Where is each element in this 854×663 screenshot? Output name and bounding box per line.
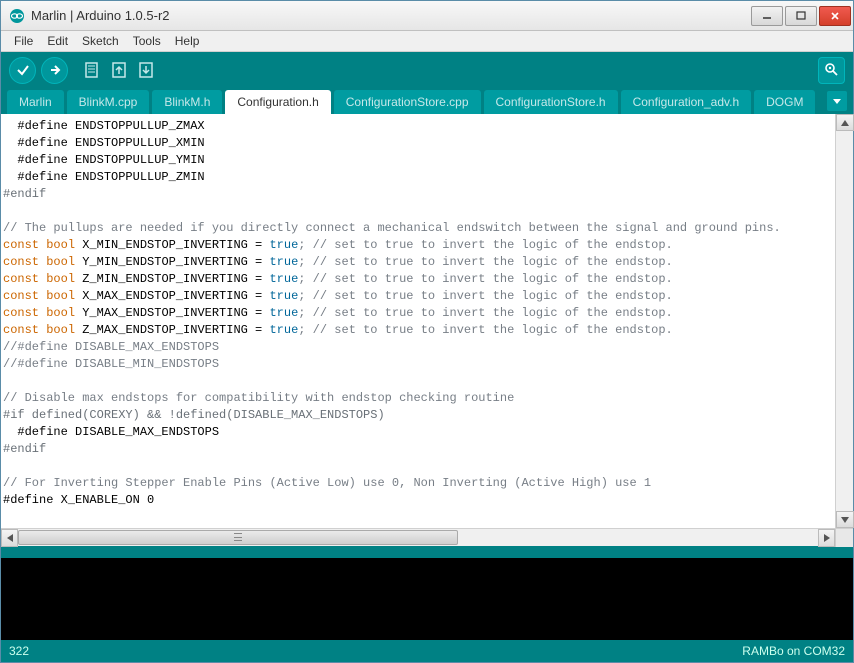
tab-configurationstore-cpp[interactable]: ConfigurationStore.cpp <box>334 90 481 114</box>
triangle-down-icon <box>832 96 842 106</box>
hscroll-thumb[interactable] <box>18 530 458 545</box>
tab-overflow-button[interactable] <box>827 91 847 111</box>
hscroll-track[interactable] <box>18 529 818 547</box>
footer: 322 RAMBo on COM32 <box>1 640 853 662</box>
tab-configuration-adv-h[interactable]: Configuration_adv.h <box>621 90 752 114</box>
scroll-left-button[interactable] <box>1 529 18 547</box>
tab-configuration-h[interactable]: Configuration.h <box>225 90 330 114</box>
menu-help[interactable]: Help <box>168 32 207 50</box>
close-button[interactable] <box>819 6 851 26</box>
tab-dogm[interactable]: DOGM <box>754 90 815 114</box>
tab-marlin[interactable]: Marlin <box>7 90 64 114</box>
triangle-right-icon <box>824 534 830 542</box>
tab-blinkm-cpp[interactable]: BlinkM.cpp <box>67 90 150 114</box>
arrow-up-icon <box>109 60 129 80</box>
menu-sketch[interactable]: Sketch <box>75 32 126 50</box>
open-button[interactable] <box>108 59 130 81</box>
vertical-scrollbar[interactable] <box>835 114 853 528</box>
minimize-button[interactable] <box>751 6 783 26</box>
scroll-down-button[interactable] <box>836 511 854 528</box>
tab-configurationstore-h[interactable]: ConfigurationStore.h <box>484 90 618 114</box>
app-window: Marlin | Arduino 1.0.5-r2 File Edit Sket… <box>0 0 854 663</box>
window-title: Marlin | Arduino 1.0.5-r2 <box>31 8 749 23</box>
editor: #define ENDSTOPPULLUP_ZMAX #define ENDST… <box>1 114 853 550</box>
verify-button[interactable] <box>9 57 36 84</box>
new-button[interactable] <box>81 59 103 81</box>
check-icon <box>15 62 31 78</box>
triangle-left-icon <box>7 534 13 542</box>
toolbar <box>1 52 853 88</box>
scroll-up-button[interactable] <box>836 114 854 131</box>
upload-button[interactable] <box>41 57 68 84</box>
menubar: File Edit Sketch Tools Help <box>1 31 853 52</box>
window-controls <box>749 6 851 26</box>
status-strip <box>1 550 853 558</box>
menu-tools[interactable]: Tools <box>126 32 168 50</box>
maximize-button[interactable] <box>785 6 817 26</box>
serial-monitor-button[interactable] <box>818 57 845 84</box>
scroll-right-button[interactable] <box>818 529 835 547</box>
arrow-down-icon <box>136 60 156 80</box>
tab-blinkm-h[interactable]: BlinkM.h <box>152 90 222 114</box>
board-port-label: RAMBo on COM32 <box>742 644 845 658</box>
line-number: 322 <box>9 644 29 658</box>
menu-edit[interactable]: Edit <box>40 32 75 50</box>
app-icon <box>9 8 25 24</box>
titlebar: Marlin | Arduino 1.0.5-r2 <box>1 1 853 31</box>
arrow-right-icon <box>47 62 63 78</box>
triangle-up-icon <box>841 120 849 126</box>
triangle-down-icon <box>841 517 849 523</box>
code-area[interactable]: #define ENDSTOPPULLUP_ZMAX #define ENDST… <box>1 114 835 528</box>
menu-file[interactable]: File <box>7 32 40 50</box>
tabbar: Marlin BlinkM.cpp BlinkM.h Configuration… <box>1 88 853 114</box>
new-file-icon <box>82 60 102 80</box>
horizontal-scrollbar[interactable] <box>1 528 853 546</box>
console-output[interactable] <box>1 558 853 640</box>
save-button[interactable] <box>135 59 157 81</box>
magnifier-icon <box>823 61 841 79</box>
